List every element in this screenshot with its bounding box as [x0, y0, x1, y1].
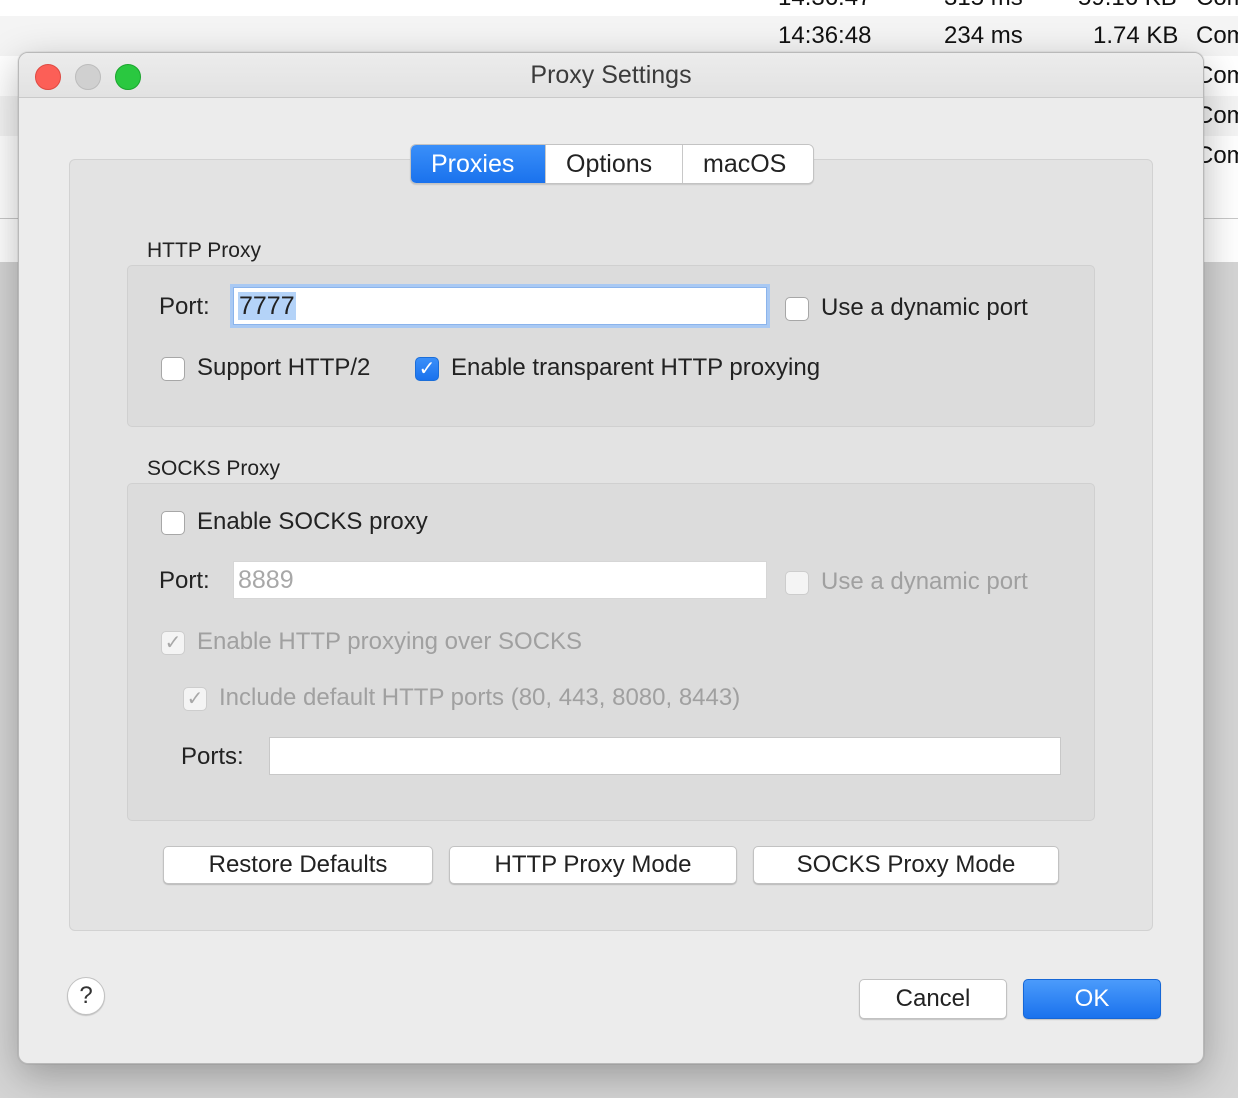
ports-input[interactable]	[269, 737, 1061, 775]
checkmark-icon: ✓	[186, 688, 204, 710]
http-port-input[interactable]: 7777	[233, 287, 767, 325]
http-proxy-mode-button[interactable]: HTTP Proxy Mode	[449, 846, 737, 884]
proxy-settings-dialog: Proxy Settings Proxies Options macOS HTT…	[18, 52, 1204, 1064]
enable-socks-label: Enable SOCKS proxy	[197, 508, 428, 535]
transparent-proxying-checkbox[interactable]: ✓	[415, 357, 439, 381]
http-dynamic-port-checkbox[interactable]	[785, 297, 809, 321]
tab-proxies[interactable]: Proxies	[411, 145, 545, 183]
ports-label: Ports:	[181, 743, 244, 770]
tab-macos[interactable]: macOS	[682, 145, 813, 183]
http-over-socks-label: Enable HTTP proxying over SOCKS	[197, 628, 583, 655]
http-port-label: Port:	[159, 293, 210, 320]
checkmark-icon: ✓	[164, 632, 182, 654]
tab-options[interactable]: Options	[545, 145, 682, 183]
http2-checkbox[interactable]	[161, 357, 185, 381]
help-icon: ?	[79, 982, 93, 1009]
cancel-button[interactable]: Cancel	[859, 979, 1007, 1019]
table-row[interactable]: 14:36:48 234 ms 1.74 KB Com	[0, 16, 1238, 56]
socks-port-input[interactable]: 8889	[233, 561, 767, 599]
restore-defaults-button[interactable]: Restore Defaults	[163, 846, 433, 884]
http-proxy-section-label: HTTP Proxy	[147, 239, 261, 262]
socks-dynamic-port-checkbox[interactable]	[785, 571, 809, 595]
socks-proxy-section-label: SOCKS Proxy	[147, 457, 281, 480]
default-ports-label: Include default HTTP ports (80, 443, 808…	[219, 684, 741, 711]
ok-button[interactable]: OK	[1023, 979, 1161, 1019]
title-bar[interactable]: Proxy Settings	[19, 53, 1203, 98]
default-ports-checkbox[interactable]: ✓	[183, 687, 207, 711]
help-button[interactable]: ?	[67, 977, 105, 1015]
socks-dynamic-port-label: Use a dynamic port	[821, 568, 1028, 595]
checkmark-icon: ✓	[418, 358, 436, 380]
window-title: Proxy Settings	[530, 61, 692, 89]
http-over-socks-checkbox[interactable]: ✓	[161, 631, 185, 655]
http-dynamic-port-label: Use a dynamic port	[821, 294, 1028, 321]
http-port-value: 7777	[238, 292, 296, 320]
http2-label: Support HTTP/2	[197, 354, 371, 381]
enable-socks-checkbox[interactable]	[161, 511, 185, 535]
transparent-proxying-label: Enable transparent HTTP proxying	[451, 354, 821, 381]
tab-bar: Proxies Options macOS	[410, 144, 814, 184]
socks-port-label: Port:	[159, 567, 210, 594]
socks-proxy-mode-button[interactable]: SOCKS Proxy Mode	[753, 846, 1059, 884]
